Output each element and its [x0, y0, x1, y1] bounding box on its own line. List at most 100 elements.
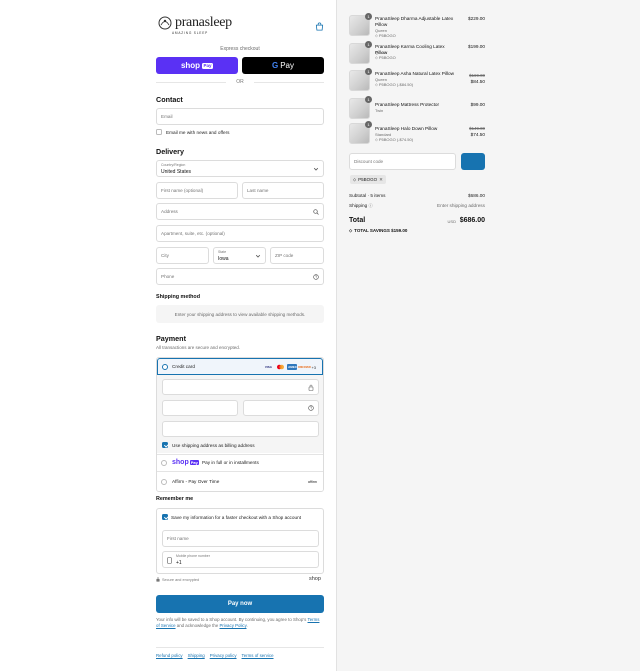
shipping-label: Shipping	[349, 203, 368, 208]
city-placeholder: City	[161, 253, 169, 258]
country-select[interactable]: Country/Region United States	[156, 160, 324, 177]
google-g-icon: G	[271, 61, 279, 70]
privacy-policy-link[interactable]: Privacy Policy	[220, 623, 247, 628]
or-divider: OR	[156, 79, 324, 85]
card-brands: VISA AMEX DISCOVER +3	[263, 364, 316, 370]
shipping-method-notice: Enter your shipping address to view avai…	[156, 305, 324, 323]
apply-discount-button[interactable]	[461, 153, 485, 170]
google-pay-button[interactable]: G Pay	[242, 57, 324, 74]
affirm-radio[interactable]	[161, 479, 167, 485]
tag-icon: ⬦	[353, 177, 357, 182]
original-price: $169.00	[469, 73, 485, 78]
quantity-badge: 1	[365, 13, 372, 20]
shipping-policy-link[interactable]: Shipping	[188, 653, 205, 658]
subtotal-row: Subtotal · 5 items $686.00	[349, 193, 485, 198]
state-value: Iowa	[218, 255, 229, 262]
shopping-bag-icon[interactable]	[315, 22, 324, 31]
expiration-field[interactable]	[162, 400, 238, 416]
state-select[interactable]: State Iowa	[213, 247, 266, 264]
zip-placeholder: ZIP code	[275, 253, 294, 258]
email-field[interactable]: Email	[156, 108, 324, 125]
first-name-placeholder: First name (optional)	[161, 188, 204, 193]
phone-field[interactable]: Phone	[156, 268, 324, 285]
apartment-field[interactable]: Apartment, suite, etc. (optional)	[156, 225, 324, 242]
brand-logo[interactable]: pranasleep AMAZING SLEEP	[158, 15, 232, 35]
shop-pay-logo: shop Pay	[172, 459, 199, 466]
applied-discount-chip: ⬦ P5BOGO ✕	[350, 175, 386, 184]
affirm-option[interactable]: Affirm - Pay Over Time affirm	[157, 471, 323, 491]
tag-icon: ⬦	[375, 137, 378, 142]
quantity-badge: 1	[365, 41, 372, 48]
mobile-phone-field[interactable]: Mobile phone number +1	[162, 551, 319, 568]
address-field[interactable]: Address	[156, 203, 324, 220]
billing-address-checkbox[interactable]	[162, 442, 168, 448]
product-price: $99.00	[470, 102, 485, 107]
tag-icon: ⬦	[349, 228, 353, 233]
shipping-row: Shipping ⓘ Enter shipping address	[349, 203, 485, 209]
product-price: $84.50	[470, 79, 485, 84]
remember-me-box: Save my information for a faster checkou…	[156, 508, 324, 574]
shipping-value: Enter shipping address	[437, 203, 485, 208]
product-name: PranaSleep Halo Down Pillow	[375, 126, 438, 131]
cart-item: 1 PranaSleep Asha Natural Latex Pillow Q…	[349, 68, 485, 92]
product-price: $199.00	[468, 44, 485, 49]
quantity-badge: 1	[365, 68, 372, 75]
refund-policy-link[interactable]: Refund policy	[156, 653, 183, 658]
country-value: United States	[161, 168, 192, 175]
first-name-field[interactable]: First name (optional)	[156, 182, 238, 199]
search-icon	[313, 209, 319, 215]
total-label: Total	[349, 217, 366, 224]
payment-methods: Credit card VISA AMEX DISCOVER +3 Use sh…	[156, 357, 324, 492]
product-discount: ⬦ P5BOGO (-$84.50)	[375, 82, 413, 87]
newsletter-checkbox[interactable]	[156, 129, 162, 135]
product-price: $229.00	[468, 16, 485, 21]
city-field[interactable]: City	[156, 247, 209, 264]
last-name-field[interactable]: Last name	[242, 182, 324, 199]
terms-text: Your info will be saved to a Shop accoun…	[156, 617, 307, 622]
newsletter-label: Email me with news and offers	[166, 130, 230, 135]
cart-item: 1 PranaSleep Halo Down Pillow Standard ⬦…	[349, 121, 485, 145]
shop-terms-notice: Your info will be saved to a Shop accoun…	[156, 617, 324, 629]
privacy-policy-footer-link[interactable]: Privacy policy	[210, 653, 237, 658]
country-label: Country/Region	[161, 163, 186, 167]
shop-pay-badge: Pay	[189, 460, 199, 465]
state-label: State	[218, 250, 227, 254]
product-name: PranaSleep Dharma Adjustable Latex Pillo…	[375, 16, 454, 27]
remove-discount-icon[interactable]: ✕	[379, 177, 383, 183]
help-circle-icon[interactable]	[313, 274, 319, 280]
shop-pay-installments-option[interactable]: shop Pay Pay in full or in installments	[157, 454, 323, 470]
zip-field[interactable]: ZIP code	[270, 247, 324, 264]
remember-me-heading: Remember me	[156, 496, 194, 502]
remember-first-name-field[interactable]: First name	[162, 530, 319, 547]
checkout-form-pane: pranasleep AMAZING SLEEP Express checkou…	[0, 0, 336, 671]
help-circle-icon[interactable]	[308, 405, 314, 411]
credit-card-label: Credit card	[172, 364, 195, 369]
shop-pay-button[interactable]: shop Pay	[156, 57, 238, 74]
name-on-card-field[interactable]	[162, 421, 319, 437]
help-circle-icon[interactable]: ⓘ	[369, 203, 373, 208]
terms-of-service-footer-link[interactable]: Terms of service	[242, 653, 274, 658]
discount-code-input[interactable]: Discount code	[349, 153, 456, 170]
total-savings-text: TOTAL SAVINGS $159.00	[354, 228, 408, 233]
save-info-checkbox[interactable]	[162, 514, 168, 520]
secure-encrypted-label: Secure and encrypted	[162, 578, 200, 582]
credit-card-radio[interactable]	[162, 364, 168, 370]
discount-code: P5BOGO	[378, 33, 396, 38]
terms-end: .	[246, 623, 248, 629]
brand-wordmark: pranasleep	[175, 15, 232, 30]
delivery-heading: Delivery	[156, 147, 184, 156]
last-name-placeholder: Last name	[247, 188, 269, 193]
shop-pay-installments-label: Pay in full or in installments	[202, 460, 259, 465]
applied-code: P5BOGO	[358, 177, 378, 182]
billing-address-label: Use shipping address as billing address	[172, 443, 255, 448]
credit-card-option[interactable]: Credit card VISA AMEX DISCOVER +3	[157, 358, 323, 375]
address-placeholder: Address	[161, 209, 178, 214]
shop-pay-radio[interactable]	[161, 460, 167, 466]
card-number-field[interactable]	[162, 379, 319, 395]
product-thumbnail: 1	[349, 13, 372, 36]
security-code-field[interactable]	[243, 400, 319, 416]
currency-code: USD	[447, 219, 456, 224]
product-discount: ⬦ P5BOGO	[375, 55, 396, 60]
chevron-down-icon	[255, 254, 261, 258]
pay-now-button[interactable]: Pay now	[156, 595, 324, 613]
